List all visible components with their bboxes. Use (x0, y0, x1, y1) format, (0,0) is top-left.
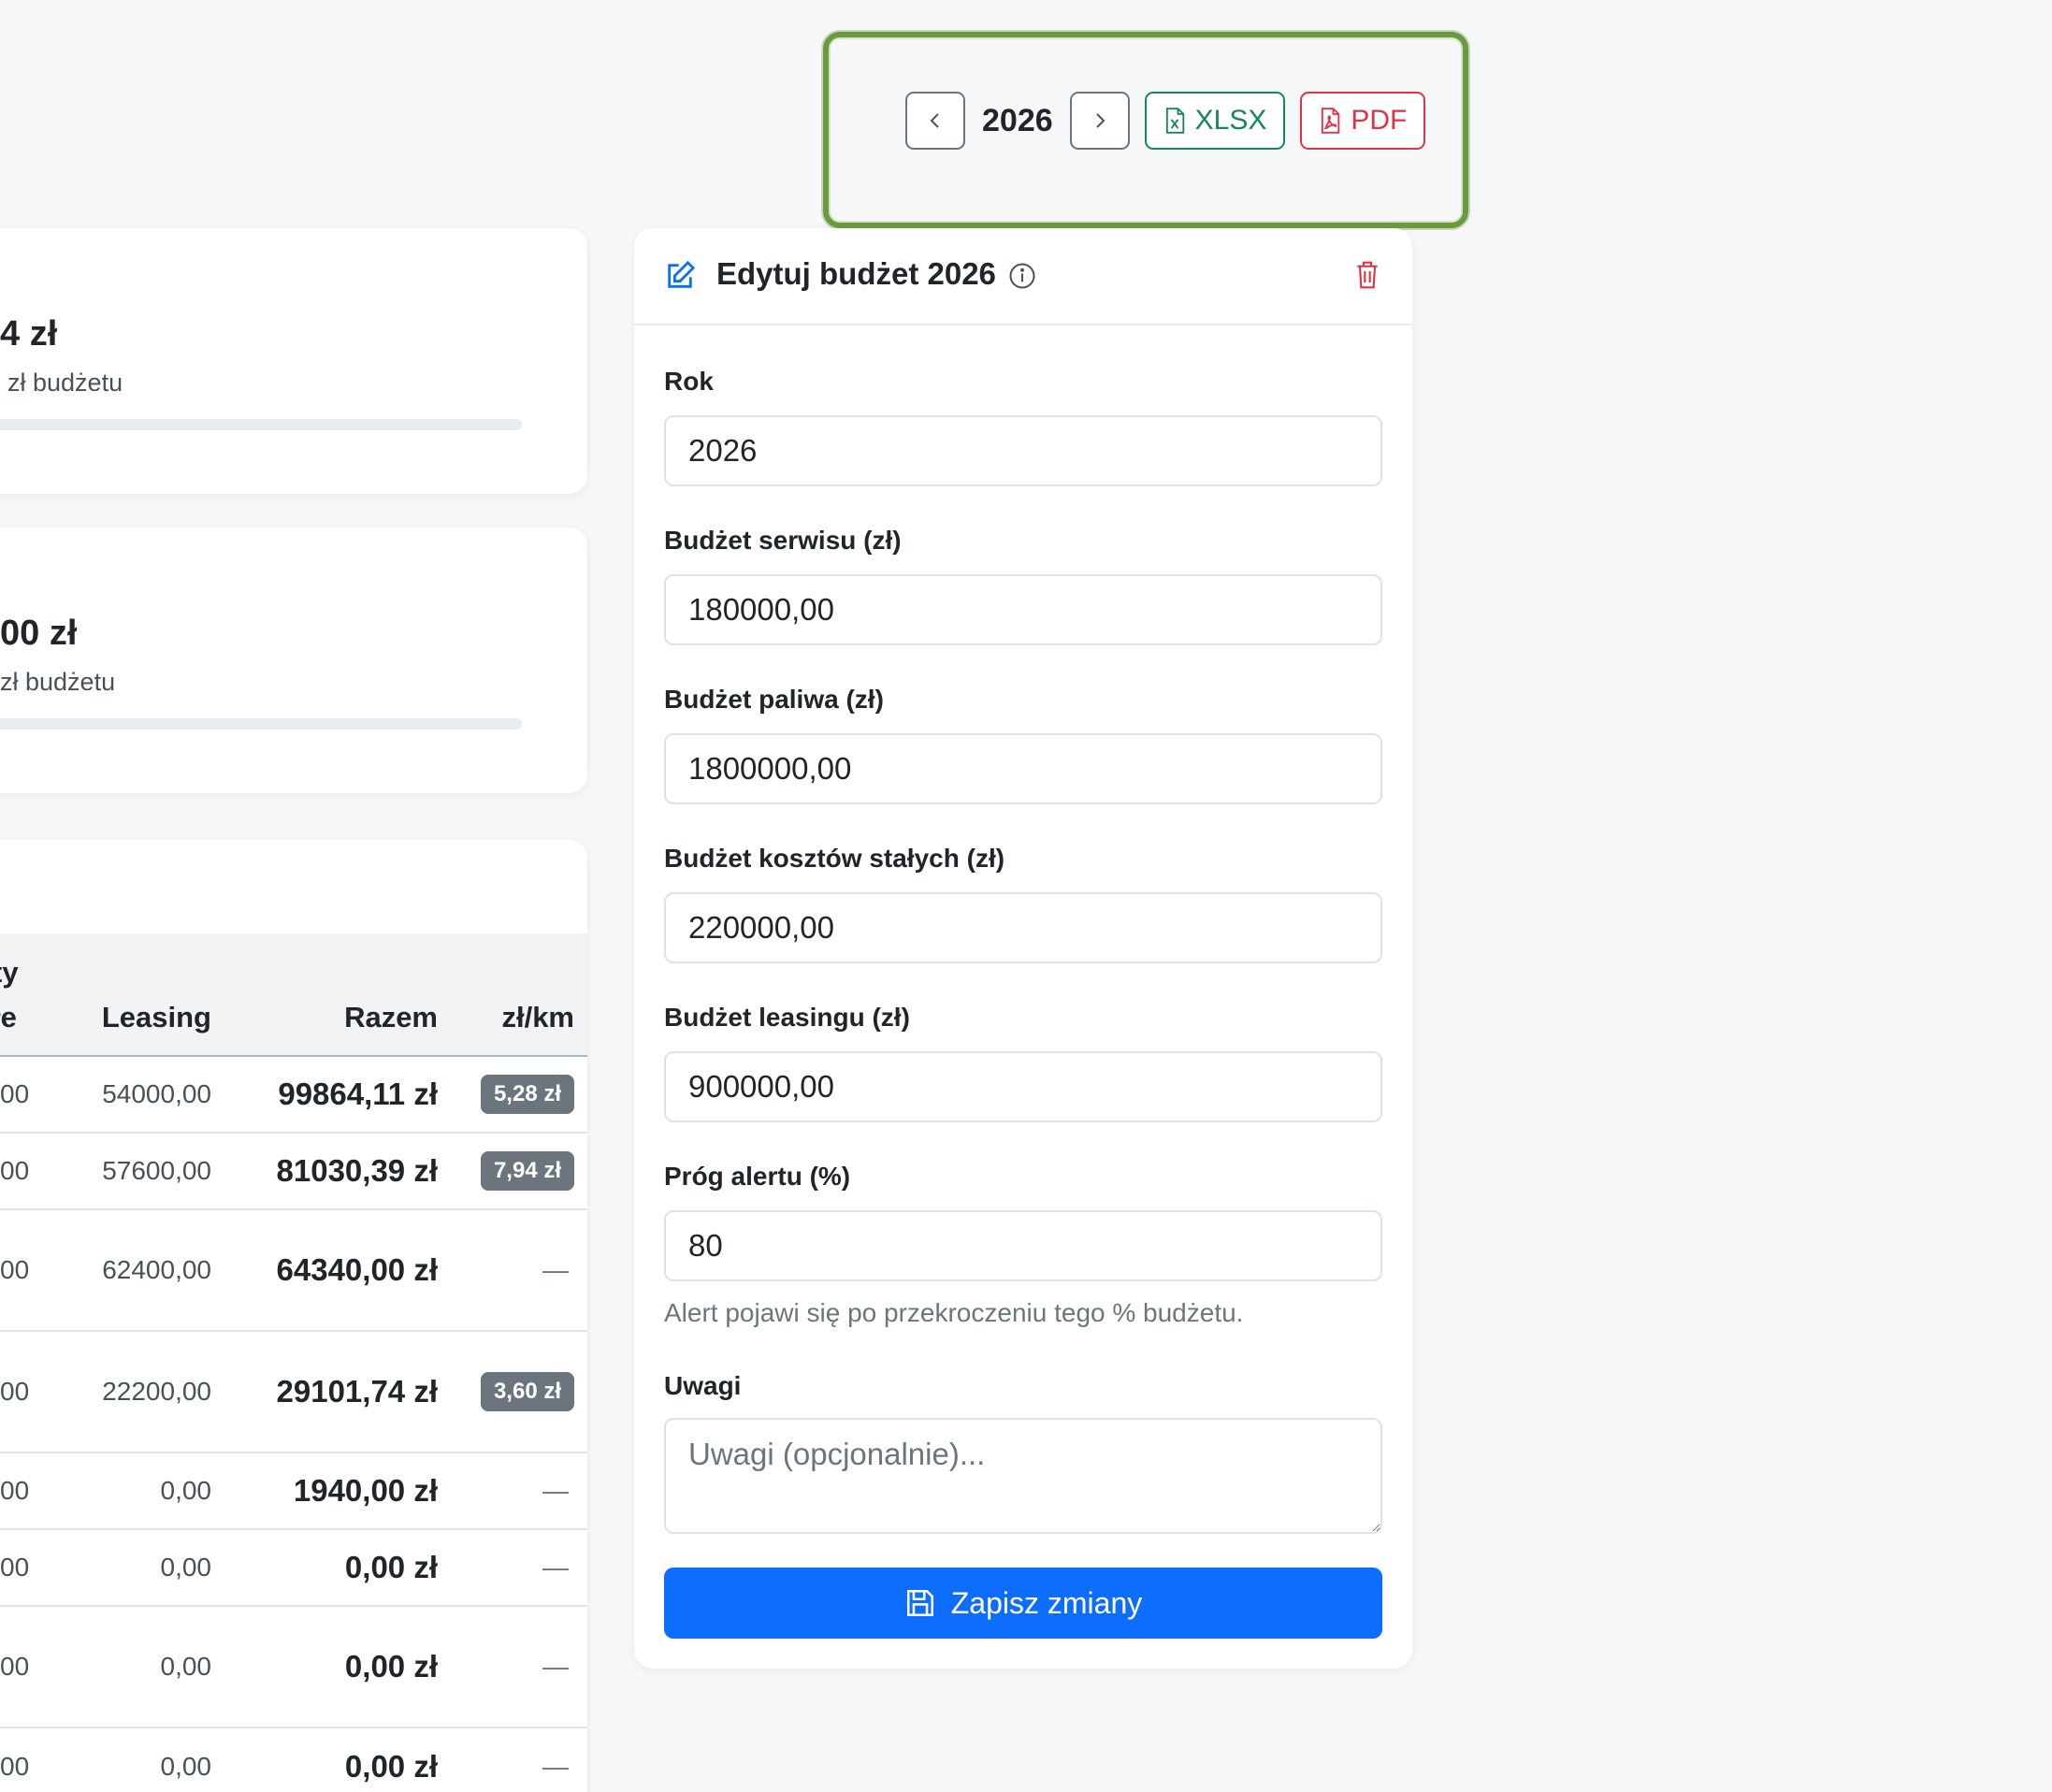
fixed-costs-budget-input[interactable] (664, 892, 1382, 963)
column-header-fixed-line1: ty (0, 956, 19, 989)
cell-fixed: 00 (0, 1652, 30, 1681)
table-row: 00 22200,00 29101,74 zł 3,60 zł (0, 1332, 587, 1453)
alert-threshold-help: Alert pojawi się po przekroczeniu tego %… (664, 1298, 1244, 1327)
cell-leasing: 0,00 (160, 1476, 212, 1505)
next-year-button[interactable] (1069, 92, 1130, 150)
budget-table-card: ty łe Leasing Razem zł/km 00 54000,00 99… (0, 840, 587, 1792)
cell-fixed: 00 (0, 1476, 30, 1505)
table-row: 00 54000,00 99864,11 zł 5,28 zł (0, 1057, 587, 1134)
cell-leasing: 57600,00 (102, 1156, 211, 1185)
table-row: 00 0,00 0,00 zł — (0, 1607, 587, 1728)
trash-icon[interactable] (1354, 260, 1380, 290)
cell-leasing: 0,00 (160, 1553, 212, 1582)
cell-leasing: 54000,00 (102, 1079, 211, 1108)
notes-label: Uwagi (664, 1371, 742, 1400)
per-km-badge: 5,28 zł (480, 1075, 574, 1114)
service-budget-card: 4 zł zł budżetu (0, 228, 587, 494)
export-xlsx-button[interactable]: XLSX (1144, 92, 1286, 150)
per-km-badge: 3,60 zł (480, 1372, 574, 1411)
cell-leasing: 62400,00 (102, 1255, 211, 1284)
per-km-badge: 7,94 zł (480, 1151, 574, 1191)
cell-fixed: 00 (0, 1553, 30, 1582)
stat-subtitle: zł budżetu (0, 668, 116, 696)
cell-fixed: 00 (0, 1156, 30, 1185)
column-header-total: Razem (344, 1001, 438, 1033)
alert-threshold-label: Próg alertu (%) (664, 1162, 851, 1191)
progress-bar (0, 419, 522, 430)
service-budget-input[interactable] (664, 574, 1382, 645)
table-row: 00 0,00 0,00 zł — (0, 1728, 587, 1792)
service-budget-label: Budżet serwisu (zł) (664, 526, 902, 555)
cell-leasing: 0,00 (160, 1652, 212, 1681)
notes-textarea[interactable] (664, 1418, 1382, 1534)
alert-threshold-input[interactable] (664, 1210, 1382, 1281)
fuel-budget-input[interactable] (664, 733, 1382, 804)
cell-total: 0,00 zł (344, 1550, 438, 1584)
per-km-empty: — (542, 1553, 569, 1582)
cell-total: 99864,11 zł (278, 1077, 438, 1111)
stat-subtitle: zł budżetu (7, 369, 123, 397)
per-km-empty: — (542, 1255, 569, 1284)
cell-total: 1940,00 zł (293, 1473, 438, 1508)
column-header-leasing: Leasing (101, 1001, 211, 1033)
table-row: 00 0,00 1940,00 zł — (0, 1453, 587, 1530)
panel-header: Edytuj budżet 2026 (634, 228, 1412, 325)
year-toolbar: 2026 XLSX PDF (905, 92, 1426, 150)
year-label: Rok (664, 367, 714, 396)
chevron-left-icon (930, 113, 939, 128)
stat-value: 00 zł (0, 614, 78, 653)
per-km-empty: — (542, 1476, 569, 1505)
cell-leasing: 0,00 (160, 1752, 212, 1781)
cell-total: 81030,39 zł (276, 1153, 438, 1188)
cell-fixed: 00 (0, 1255, 30, 1284)
cell-fixed: 00 (0, 1752, 30, 1781)
export-pdf-button[interactable]: PDF (1300, 92, 1426, 150)
stat-value: 4 zł (0, 314, 58, 354)
file-excel-icon (1165, 108, 1184, 134)
cell-total: 64340,00 zł (276, 1252, 438, 1287)
edit-budget-panel: Edytuj budżet 2026 Rok Budżet serwisu (z… (634, 228, 1412, 1669)
table-row: 00 62400,00 64340,00 zł — (0, 1210, 587, 1332)
panel-title: Edytuj budżet 2026 (716, 256, 996, 291)
cell-leasing: 22200,00 (102, 1377, 211, 1406)
fuel-budget-card: 00 zł zł budżetu (0, 527, 587, 793)
fuel-budget-label: Budżet paliwa (zł) (664, 685, 884, 714)
per-km-empty: — (542, 1752, 569, 1781)
export-pdf-label: PDF (1351, 105, 1408, 136)
floppy-disk-icon (906, 1589, 933, 1617)
cell-total: 0,00 zł (344, 1749, 438, 1784)
table-header (0, 933, 587, 1055)
year-input[interactable] (664, 415, 1382, 486)
table-row: 00 57600,00 81030,39 zł 7,94 zł (0, 1134, 587, 1210)
prev-year-button[interactable] (905, 92, 965, 150)
column-header-fixed-line2: łe (0, 1001, 17, 1033)
progress-bar (0, 718, 522, 730)
export-xlsx-label: XLSX (1194, 105, 1267, 136)
save-changes-label: Zapisz zmiany (950, 1585, 1143, 1620)
table-row: 00 0,00 0,00 zł — (0, 1530, 587, 1607)
column-header-per-km: zł/km (501, 1001, 574, 1033)
pencil-square-icon (668, 260, 696, 288)
current-year: 2026 (982, 102, 1053, 138)
fixed-costs-budget-label: Budżet kosztów stałych (zł) (664, 844, 1005, 873)
file-pdf-icon (1322, 108, 1340, 134)
per-km-empty: — (542, 1652, 569, 1681)
cell-total: 29101,74 zł (276, 1374, 438, 1409)
leasing-budget-label: Budżet leasingu (zł) (664, 1003, 910, 1032)
cell-total: 0,00 zł (344, 1649, 438, 1684)
info-icon[interactable] (1008, 262, 1036, 290)
cell-fixed: 00 (0, 1377, 30, 1406)
chevron-right-icon (1095, 113, 1105, 128)
save-changes-button[interactable]: Zapisz zmiany (664, 1568, 1382, 1639)
cell-fixed: 00 (0, 1079, 30, 1108)
leasing-budget-input[interactable] (664, 1051, 1382, 1122)
